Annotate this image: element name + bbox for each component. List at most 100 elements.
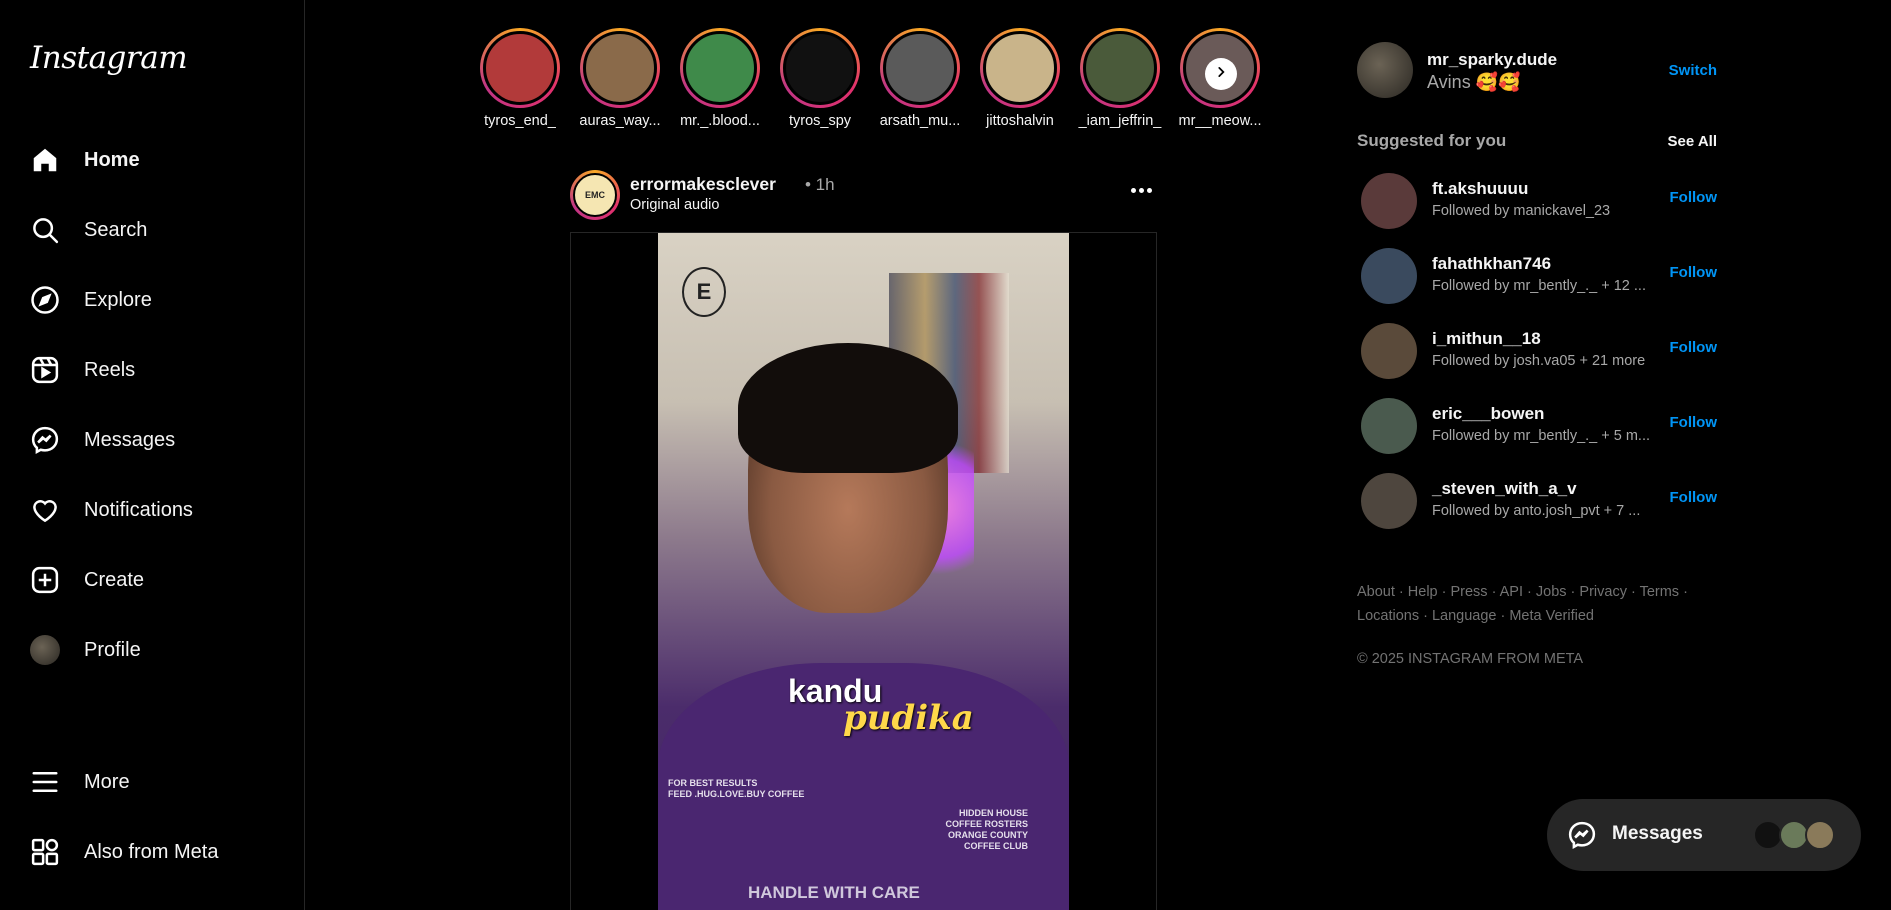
nav-more[interactable]: More [28, 757, 288, 807]
nav-label: Home [84, 148, 140, 171]
channel-logo: E [682, 267, 726, 317]
post-avatar-logo: EMC [573, 173, 617, 217]
follow-button[interactable]: Follow [1670, 489, 1718, 506]
follow-button[interactable]: Follow [1670, 264, 1718, 281]
story-username: mr__meow... [1178, 113, 1262, 129]
menu-icon [28, 765, 62, 799]
story-item[interactable]: tyros_end_ [470, 28, 570, 129]
grid-icon [28, 835, 62, 869]
follow-button[interactable]: Follow [1670, 189, 1718, 206]
see-all-button[interactable]: See All [1668, 133, 1717, 150]
shirt-print-bottom: HANDLE WITH CARE [748, 883, 920, 902]
post-media[interactable]: E kandu pudika FOR BEST RESULTS FEED .HU… [570, 232, 1157, 910]
suggestion-subtitle: Followed by anto.josh_pvt + 7 ... [1432, 503, 1641, 519]
nav-label: More [84, 770, 130, 793]
nav-notifications[interactable]: Notifications [28, 485, 288, 535]
switch-account-button[interactable]: Switch [1669, 62, 1717, 79]
post-author-avatar[interactable]: EMC [570, 170, 620, 220]
story-username: tyros_end_ [484, 113, 556, 129]
shirt-print-left: FOR BEST RESULTS FEED .HUG.LOVE.BUY COFF… [668, 778, 805, 799]
suggestion-username[interactable]: fahathkhan746 [1432, 254, 1551, 274]
suggestion-avatar[interactable] [1361, 398, 1417, 454]
current-username[interactable]: mr_sparky.dude [1427, 50, 1557, 70]
nav-label: Notifications [84, 498, 193, 521]
profile-avatar [28, 633, 62, 667]
follow-button[interactable]: Follow [1670, 339, 1718, 356]
story-avatar [983, 31, 1057, 105]
suggested-title: Suggested for you [1357, 131, 1507, 150]
story-username: _iam_jeffrin_ [1078, 113, 1162, 129]
story-username: arsath_mu... [879, 113, 961, 129]
story-item[interactable]: arsath_mu... [870, 28, 970, 129]
suggestion-avatar[interactable] [1361, 473, 1417, 529]
nav-messages[interactable]: Messages [28, 415, 288, 465]
plus-square-icon [28, 563, 62, 597]
suggestion-avatar[interactable] [1361, 323, 1417, 379]
story-item[interactable]: auras_way... [570, 28, 670, 129]
nav-search[interactable]: Search [28, 205, 288, 255]
person-hair [738, 343, 958, 473]
story-item[interactable]: mr._.blood... [670, 28, 770, 129]
story-username: tyros_spy [788, 113, 852, 129]
suggestion-username[interactable]: eric___bowen [1432, 404, 1544, 424]
nav-label: Also from Meta [84, 840, 219, 863]
sidebar: Instagram Home Search Explore Reels Mess… [0, 0, 305, 910]
nav-label: Profile [84, 638, 141, 661]
nav-label: Search [84, 218, 148, 241]
story-username: jittoshalvin [986, 113, 1054, 129]
messages-pill-button[interactable]: Messages [1547, 799, 1861, 871]
post-audio[interactable]: Original audio [630, 197, 719, 213]
shirt-print-right: HIDDEN HOUSE COFFEE ROSTERS ORANGE COUNT… [945, 808, 1028, 851]
nav-reels[interactable]: Reels [28, 345, 288, 395]
more-options-button[interactable] [1126, 180, 1156, 200]
chevron-right-icon [1214, 65, 1228, 84]
current-display-name: Avins 🥰🥰 [1427, 72, 1521, 92]
reels-icon [28, 353, 62, 387]
footer-links: About · Help · Press · API · Jobs · Priv… [1357, 580, 1697, 628]
compass-icon [28, 283, 62, 317]
suggestion-username[interactable]: i_mithun__18 [1432, 329, 1541, 349]
suggestion-username[interactable]: ft.akshuuuu [1432, 179, 1528, 199]
nav-create[interactable]: Create [28, 555, 288, 605]
nav-explore[interactable]: Explore [28, 275, 288, 325]
post-header: EMC errormakesclever • 1h Original audio [570, 170, 1156, 222]
story-username: mr._.blood... [680, 113, 760, 129]
heart-icon [28, 493, 62, 527]
nav-also-from-meta[interactable]: Also from Meta [28, 827, 288, 877]
story-item[interactable]: _iam_jeffrin_ [1070, 28, 1170, 129]
suggestion-avatar[interactable] [1361, 248, 1417, 304]
messenger-icon [28, 423, 62, 457]
suggestion-item: ft.akshuuuu Followed by manickavel_23 Fo… [1357, 173, 1717, 233]
suggestion-item: fahathkhan746 Followed by mr_bently_._ +… [1357, 248, 1717, 308]
post-username[interactable]: errormakesclever [630, 174, 776, 195]
footer-links-line-1[interactable]: About · Help · Press · API · Jobs · Priv… [1357, 580, 1697, 604]
suggestion-subtitle: Followed by mr_bently_._ + 5 m... [1432, 428, 1651, 444]
footer-links-line-2[interactable]: Locations · Language · Meta Verified [1357, 604, 1697, 628]
instagram-logo[interactable]: Instagram [30, 40, 188, 76]
caption-line-2: pudika [843, 698, 974, 738]
suggestion-subtitle: Followed by josh.va05 + 21 more [1432, 353, 1646, 369]
story-avatar [783, 31, 857, 105]
current-user-avatar[interactable] [1357, 42, 1413, 98]
more-horizontal-icon [1130, 187, 1152, 193]
nav-label: Create [84, 568, 145, 591]
story-item[interactable]: tyros_spy [770, 28, 870, 129]
suggestion-item: i_mithun__18 Followed by josh.va05 + 21 … [1357, 323, 1717, 383]
reel-video[interactable]: E kandu pudika FOR BEST RESULTS FEED .HU… [658, 233, 1069, 910]
nav-home[interactable]: Home [28, 135, 288, 185]
follow-button[interactable]: Follow [1670, 414, 1718, 431]
suggestion-subtitle: Followed by mr_bently_._ + 12 ... [1432, 278, 1646, 294]
nav-profile[interactable]: Profile [28, 625, 288, 675]
suggestion-item: _steven_with_a_v Followed by anto.josh_p… [1357, 473, 1717, 533]
story-avatar [583, 31, 657, 105]
suggestion-item: eric___bowen Followed by mr_bently_._ + … [1357, 398, 1717, 458]
stories-tray: tyros_end_ auras_way... mr._.blood... ty… [470, 28, 1270, 138]
copyright: © 2025 INSTAGRAM FROM META [1357, 651, 1584, 667]
story-item[interactable]: jittoshalvin [970, 28, 1070, 129]
suggestion-username[interactable]: _steven_with_a_v [1432, 479, 1577, 499]
messages-pill-label: Messages [1612, 823, 1703, 844]
suggestion-avatar[interactable] [1361, 173, 1417, 229]
stories-next-button[interactable] [1205, 58, 1237, 90]
search-icon [28, 213, 62, 247]
conversation-avatar [1805, 820, 1835, 850]
